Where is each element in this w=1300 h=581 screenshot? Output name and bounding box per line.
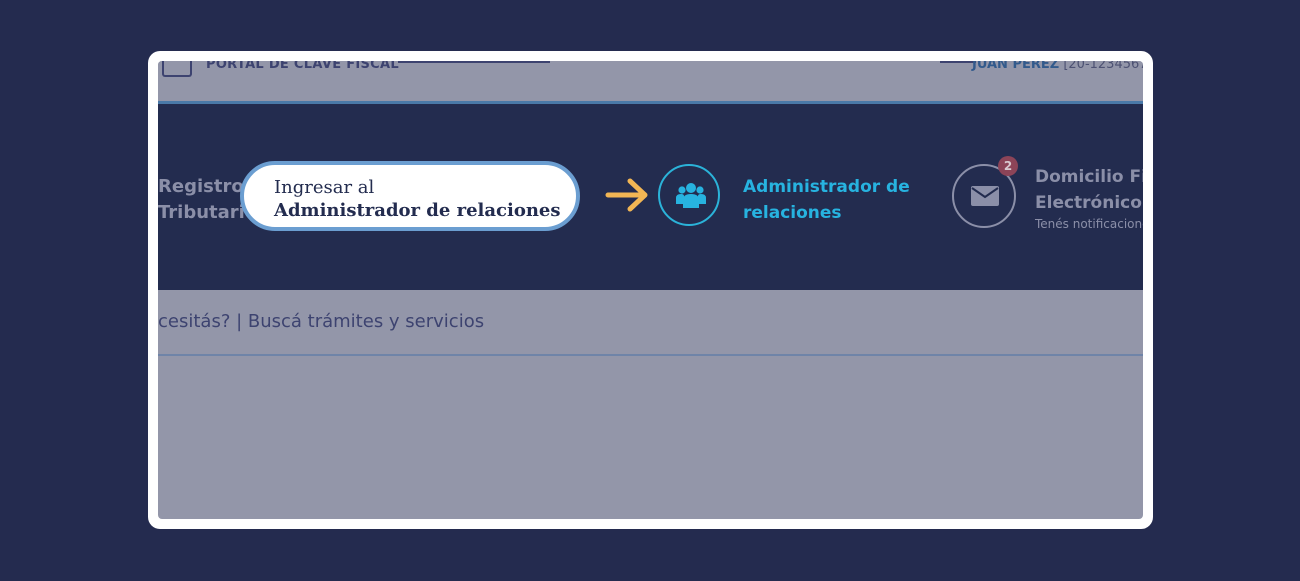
- administrador-relaciones-link[interactable]: Administrador de relaciones: [743, 174, 910, 226]
- portal-title: PORTAL DE CLAVE FISCAL: [206, 61, 399, 72]
- callout-line1: Ingresar al: [274, 177, 375, 198]
- domicilio-subtitle: Tenés notificaciones: [1035, 217, 1143, 231]
- user-info[interactable]: JUAN PÉREZ [20-1234567: [972, 61, 1143, 72]
- envelope-icon: [971, 186, 999, 206]
- notification-badge: 2: [998, 156, 1018, 176]
- administrador-relaciones-button[interactable]: [658, 164, 720, 226]
- arrow-right-icon: [605, 178, 648, 212]
- header-divider: [398, 61, 550, 63]
- user-cuit: [20-1234567: [1063, 61, 1143, 72]
- users-icon: [676, 183, 706, 208]
- portal-viewport: PORTAL DE CLAVE FISCAL JUAN PÉREZ [20-12…: [158, 61, 1143, 519]
- instruction-callout: Ingresar al Administrador de relaciones: [240, 161, 580, 231]
- service-label: relaciones: [743, 203, 842, 223]
- services-band: Registro Ú Tributario Ingresar al Admini…: [158, 104, 1143, 290]
- top-header: PORTAL DE CLAVE FISCAL JUAN PÉREZ [20-12…: [158, 61, 1143, 101]
- domicilio-fiscal-link[interactable]: Domicilio Fisc Electrónico: [1035, 164, 1143, 216]
- service-label: Administrador de: [743, 177, 910, 197]
- header-divider: [940, 61, 976, 63]
- service-label: Domicilio Fisc: [1035, 167, 1143, 187]
- user-name: JUAN PÉREZ: [972, 61, 1060, 72]
- screenshot-frame: PORTAL DE CLAVE FISCAL JUAN PÉREZ [20-12…: [148, 51, 1153, 529]
- search-bar[interactable]: cesitás? | Buscá trámites y servicios: [158, 290, 1143, 356]
- callout-line2: Administrador de relaciones: [274, 200, 561, 221]
- search-placeholder: cesitás? | Buscá trámites y servicios: [158, 311, 485, 332]
- afip-logo-icon: [162, 61, 192, 77]
- service-label: Electrónico: [1035, 193, 1142, 213]
